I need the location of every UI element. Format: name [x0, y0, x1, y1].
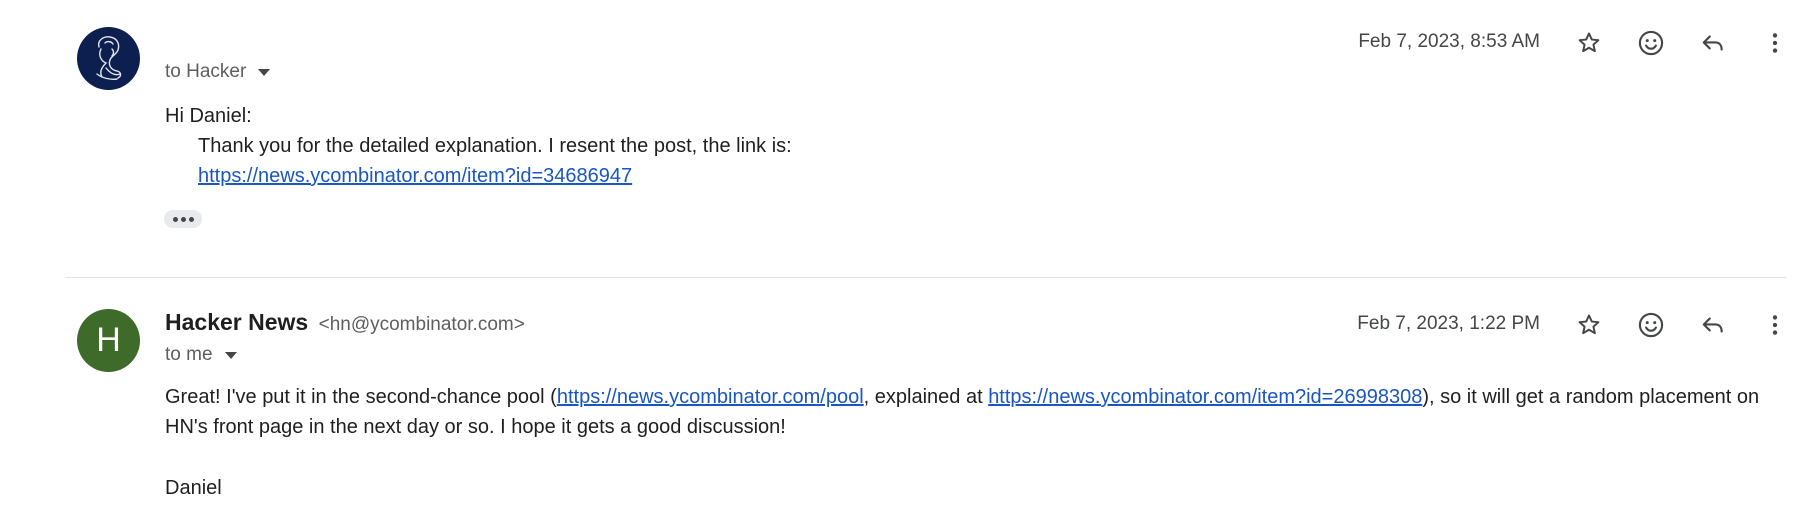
- dot: [180, 216, 186, 222]
- email-thread: to Hacker Feb 7, 2023, 8:53 AM Hi Daniel…: [0, 0, 1806, 516]
- body-text: Great! I've put it in the second-chance …: [165, 386, 557, 408]
- signature: Daniel: [165, 477, 222, 499]
- reply-icon[interactable]: [1693, 23, 1733, 63]
- recipient-line[interactable]: to me: [165, 344, 237, 366]
- body-text: , explained at: [863, 386, 989, 408]
- dot: [188, 216, 194, 222]
- reply-icon[interactable]: [1693, 305, 1733, 345]
- pool-link[interactable]: https://news.ycombinator.com/pool: [557, 386, 864, 408]
- message-body-line: Thank you for the detailed explanation. …: [198, 135, 792, 157]
- message-date: Feb 7, 2023, 1:22 PM: [1357, 313, 1540, 334]
- emoji-reaction-icon[interactable]: [1631, 23, 1671, 63]
- post-link[interactable]: https://news.ycombinator.com/item?id=346…: [198, 165, 632, 187]
- more-vert-icon[interactable]: [1755, 305, 1795, 345]
- sender-avatar[interactable]: [77, 27, 140, 90]
- recipient-text: to me: [165, 344, 213, 365]
- caret-down-icon[interactable]: [224, 351, 237, 359]
- recipient-line[interactable]: to Hacker: [165, 61, 271, 83]
- sender-name[interactable]: Hacker News: [165, 309, 308, 335]
- emoji-reaction-icon[interactable]: [1631, 305, 1671, 345]
- message-date: Feb 7, 2023, 8:53 AM: [1358, 31, 1540, 52]
- explanation-link[interactable]: https://news.ycombinator.com/item?id=269…: [988, 386, 1422, 408]
- more-vert-icon[interactable]: [1755, 23, 1795, 63]
- star-icon[interactable]: [1569, 23, 1609, 63]
- sender-avatar[interactable]: H: [77, 309, 140, 372]
- dot: [172, 216, 178, 222]
- show-trimmed-content-button[interactable]: [164, 210, 202, 228]
- message-actions: [1566, 305, 1806, 345]
- sender-line: Hacker News <hn@ycombinator.com>: [165, 309, 525, 336]
- recipient-text: to Hacker: [165, 61, 247, 82]
- message-body: Great! I've put it in the second-chance …: [165, 382, 1786, 442]
- sender-email: <hn@ycombinator.com>: [318, 314, 525, 335]
- message-greeting: Hi Daniel:: [165, 105, 252, 127]
- quoted-body: Thank you for the detailed explanation. …: [198, 131, 792, 191]
- star-icon[interactable]: [1569, 305, 1609, 345]
- caret-down-icon[interactable]: [258, 68, 271, 76]
- message-actions: [1566, 23, 1806, 63]
